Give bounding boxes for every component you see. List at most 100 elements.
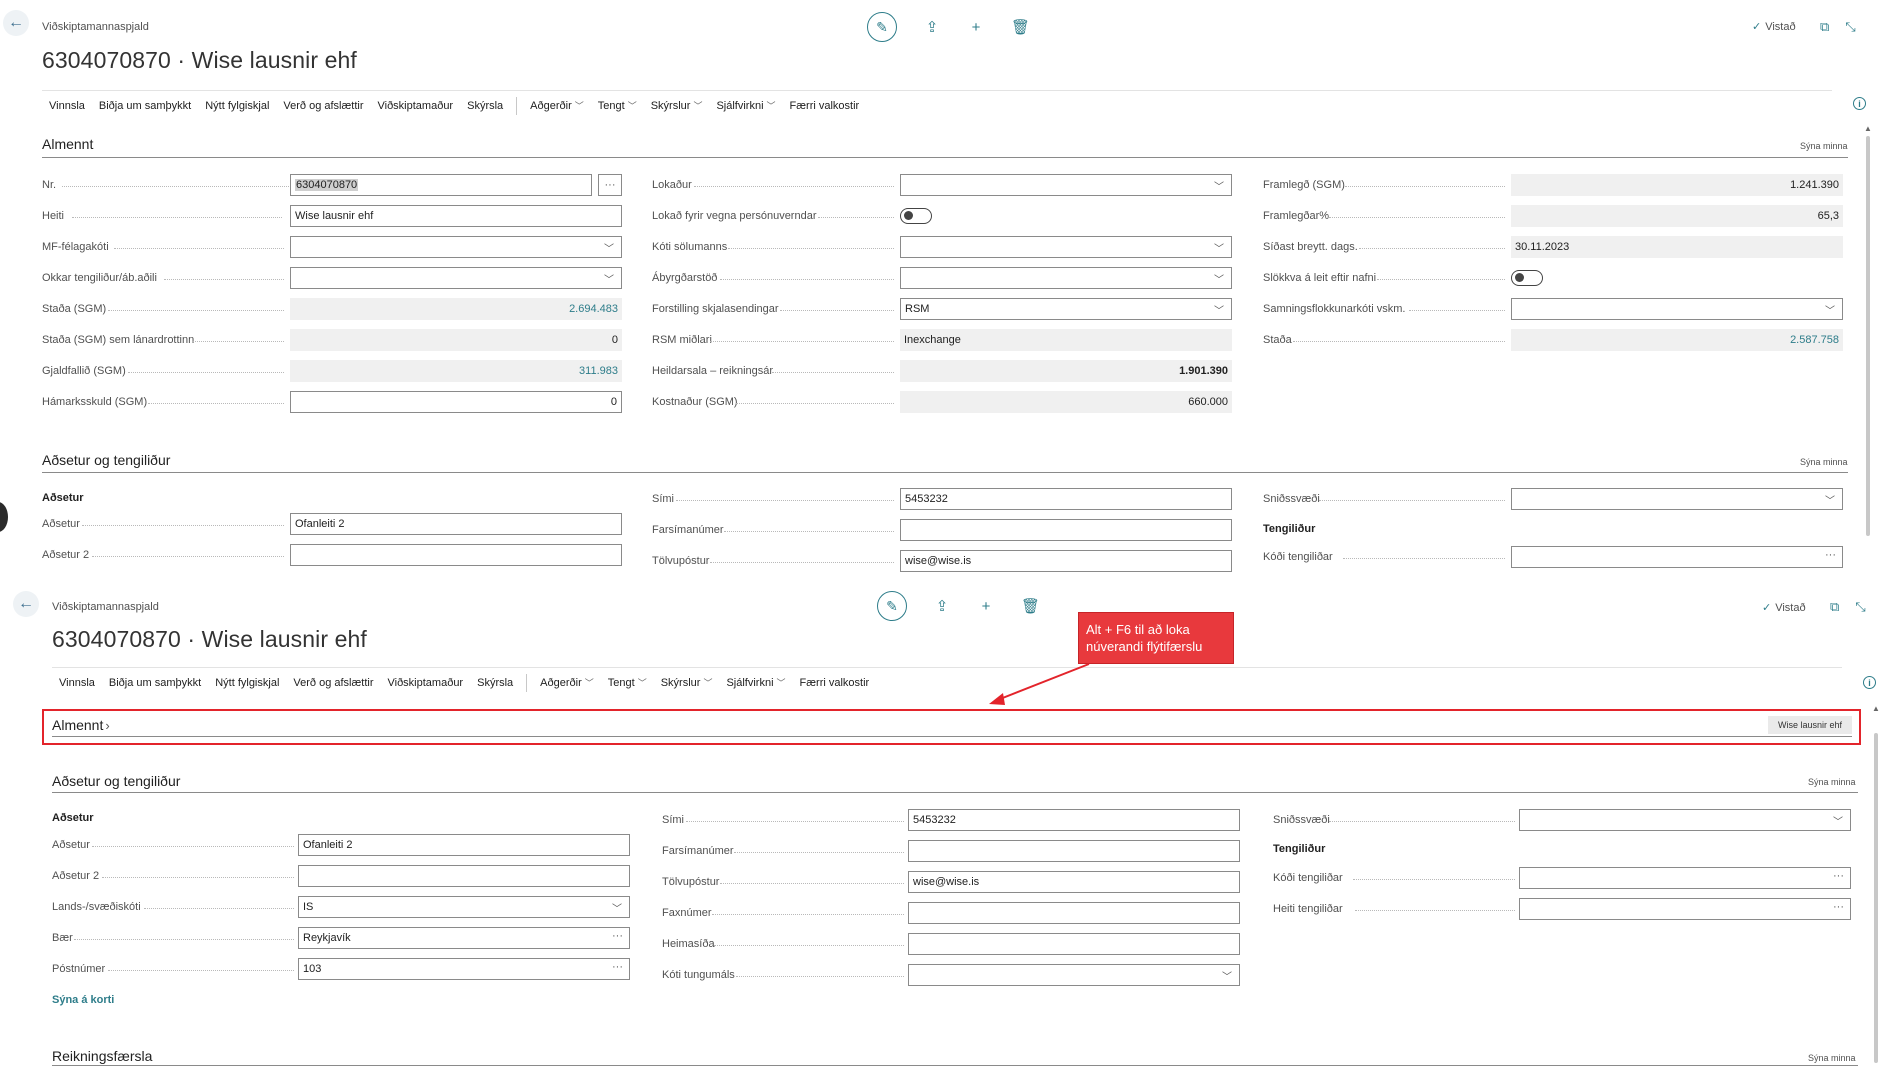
responsibility-center-select[interactable]: ﹀ bbox=[900, 267, 1232, 289]
scroll-up-arrow-icon[interactable]: ▲ bbox=[1872, 704, 1880, 713]
ellipsis-icon: ··· bbox=[612, 930, 623, 942]
back-arrow-icon[interactable]: ← bbox=[13, 591, 39, 617]
field-blocked: Lokaður ﹀ bbox=[652, 174, 1232, 196]
address-2-input[interactable] bbox=[298, 865, 630, 887]
our-contact-select[interactable]: ﹀ bbox=[290, 267, 622, 289]
field-rsm-broker: RSM miðlari Inexchange bbox=[652, 329, 1232, 351]
contract-category-select[interactable]: ﹀ bbox=[1511, 298, 1843, 320]
mobile-input[interactable] bbox=[908, 840, 1240, 862]
menu-automation[interactable]: Sjálfvirkni ﹀ bbox=[709, 99, 782, 112]
email-input[interactable]: wise@wise.is bbox=[908, 871, 1240, 893]
menu-actions[interactable]: Aðgerðir ﹀ bbox=[533, 676, 601, 689]
scrollbar[interactable] bbox=[1866, 136, 1870, 536]
balance-due-value[interactable]: 311.983 bbox=[290, 360, 622, 382]
contact-name-input[interactable]: ··· bbox=[1519, 898, 1851, 920]
scroll-up-arrow-icon[interactable]: ▲ bbox=[1864, 124, 1872, 133]
format-region-select[interactable]: ﹀ bbox=[1511, 488, 1843, 510]
fewer-options-button[interactable]: Færri valkostir bbox=[793, 677, 877, 689]
vat-bus-code-select[interactable]: ﹀ bbox=[290, 236, 622, 258]
collapse-icon[interactable]: ⤡ bbox=[1855, 599, 1865, 615]
action-new-document[interactable]: Nýtt fylgiskjal bbox=[208, 677, 286, 689]
menu-related[interactable]: Tengt ﹀ bbox=[601, 676, 654, 689]
ellipsis-icon[interactable]: ··· bbox=[598, 174, 622, 196]
menu-actions[interactable]: Aðgerðir ﹀ bbox=[523, 99, 591, 112]
show-less-button[interactable]: Sýna minna bbox=[1808, 1053, 1856, 1063]
section-address-title[interactable]: Aðsetur og tengiliður bbox=[42, 452, 170, 468]
page-title: 6304070870 · Wise lausnir ehf bbox=[52, 626, 367, 652]
section-general-title[interactable]: Almennt bbox=[42, 136, 93, 152]
section-general-title-collapsed[interactable]: Almennt › bbox=[52, 717, 110, 733]
phone-input[interactable]: 5453232 bbox=[908, 809, 1240, 831]
address-input[interactable]: Ofanleiti 2 bbox=[290, 513, 622, 535]
delete-trash-icon[interactable]: 🗑 bbox=[1021, 597, 1040, 615]
show-less-button[interactable]: Sýna minna bbox=[1800, 141, 1848, 151]
fax-input[interactable] bbox=[908, 902, 1240, 924]
balance-lcy-value[interactable]: 2.694.483 bbox=[290, 298, 622, 320]
share-icon[interactable]: ⇪ bbox=[923, 18, 941, 36]
post-code-input[interactable]: 103 ··· bbox=[298, 958, 630, 980]
chevron-down-icon: ﹀ bbox=[1825, 306, 1835, 317]
ellipsis-icon: ··· bbox=[1833, 870, 1844, 882]
no-input[interactable]: 6304070870 bbox=[290, 174, 592, 196]
disable-search-by-name-toggle[interactable] bbox=[1511, 270, 1543, 286]
mobile-input[interactable] bbox=[900, 519, 1232, 541]
field-city: Bær Reykjavík ··· bbox=[52, 927, 632, 949]
city-input[interactable]: Reykjavík ··· bbox=[298, 927, 630, 949]
menu-automation[interactable]: Sjálfvirkni ﹀ bbox=[719, 676, 792, 689]
chevron-down-icon: ﹀ bbox=[604, 275, 614, 286]
fewer-options-button[interactable]: Færri valkostir bbox=[783, 100, 867, 112]
new-plus-icon[interactable]: + bbox=[967, 19, 985, 36]
address-input[interactable]: Ofanleiti 2 bbox=[298, 834, 630, 856]
menu-related[interactable]: Tengt ﹀ bbox=[591, 99, 644, 112]
document-sending-profile-select[interactable]: RSM ﹀ bbox=[900, 298, 1232, 320]
chevron-down-icon: ﹀ bbox=[1214, 244, 1224, 255]
action-request-approval[interactable]: Biðja um samþykkt bbox=[102, 677, 208, 689]
collapse-icon[interactable]: ⤡ bbox=[1845, 19, 1855, 35]
scrollbar[interactable] bbox=[1874, 733, 1878, 1063]
new-plus-icon[interactable]: + bbox=[977, 598, 995, 615]
action-report[interactable]: Skýrsla bbox=[470, 677, 520, 689]
show-on-map-link[interactable]: Sýna á korti bbox=[52, 994, 114, 1006]
section-invoicing-title[interactable]: Reikningsfærsla bbox=[52, 1048, 152, 1064]
menu-reports[interactable]: Skýrslur ﹀ bbox=[654, 676, 720, 689]
menu-reports[interactable]: Skýrslur ﹀ bbox=[644, 99, 710, 112]
edit-pencil-icon[interactable]: ✎ bbox=[867, 12, 897, 42]
blocked-select[interactable]: ﹀ bbox=[900, 174, 1232, 196]
info-icon[interactable]: i bbox=[1863, 676, 1876, 689]
delete-trash-icon[interactable]: 🗑 bbox=[1011, 18, 1030, 36]
homepage-input[interactable] bbox=[908, 933, 1240, 955]
privacy-blocked-toggle[interactable] bbox=[900, 208, 932, 224]
action-vinnsla[interactable]: Vinnsla bbox=[52, 677, 102, 689]
field-credit-limit: Hámarksskuld (SGM) 0 bbox=[42, 391, 622, 413]
country-region-select[interactable]: IS ﹀ bbox=[298, 896, 630, 918]
action-customer[interactable]: Viðskiptamaður bbox=[380, 677, 470, 689]
action-vinnsla[interactable]: Vinnsla bbox=[42, 100, 92, 112]
balance-value[interactable]: 2.587.758 bbox=[1511, 329, 1843, 351]
show-less-button[interactable]: Sýna minna bbox=[1808, 777, 1856, 787]
action-prices-discounts[interactable]: Verð og afslættir bbox=[286, 677, 380, 689]
contact-code-input[interactable]: ··· bbox=[1511, 546, 1843, 568]
format-region-select[interactable]: ﹀ bbox=[1519, 809, 1851, 831]
open-new-window-icon[interactable]: ⧉ bbox=[1820, 19, 1829, 35]
info-icon[interactable]: i bbox=[1853, 97, 1866, 110]
edit-pencil-icon[interactable]: ✎ bbox=[877, 591, 907, 621]
credit-limit-input[interactable]: 0 bbox=[290, 391, 622, 413]
action-new-document[interactable]: Nýtt fylgiskjal bbox=[198, 100, 276, 112]
phone-input[interactable]: 5453232 bbox=[900, 488, 1232, 510]
salesperson-code-select[interactable]: ﹀ bbox=[900, 236, 1232, 258]
action-request-approval[interactable]: Biðja um samþykkt bbox=[92, 100, 198, 112]
back-arrow-icon[interactable]: ← bbox=[3, 10, 29, 36]
email-input[interactable]: wise@wise.is bbox=[900, 550, 1232, 572]
action-prices-discounts[interactable]: Verð og afslættir bbox=[276, 100, 370, 112]
action-customer[interactable]: Viðskiptamaður bbox=[370, 100, 460, 112]
section-address-title[interactable]: Aðsetur og tengiliður bbox=[52, 773, 180, 789]
field-costs-lcy: Kostnaður (SGM) 660.000 bbox=[652, 391, 1232, 413]
name-input[interactable]: Wise lausnir ehf bbox=[290, 205, 622, 227]
open-new-window-icon[interactable]: ⧉ bbox=[1830, 599, 1839, 615]
action-report[interactable]: Skýrsla bbox=[460, 100, 510, 112]
show-less-button[interactable]: Sýna minna bbox=[1800, 457, 1848, 467]
share-icon[interactable]: ⇪ bbox=[933, 597, 951, 615]
contact-code-input[interactable]: ··· bbox=[1519, 867, 1851, 889]
language-code-select[interactable]: ﹀ bbox=[908, 964, 1240, 986]
address-2-input[interactable] bbox=[290, 544, 622, 566]
